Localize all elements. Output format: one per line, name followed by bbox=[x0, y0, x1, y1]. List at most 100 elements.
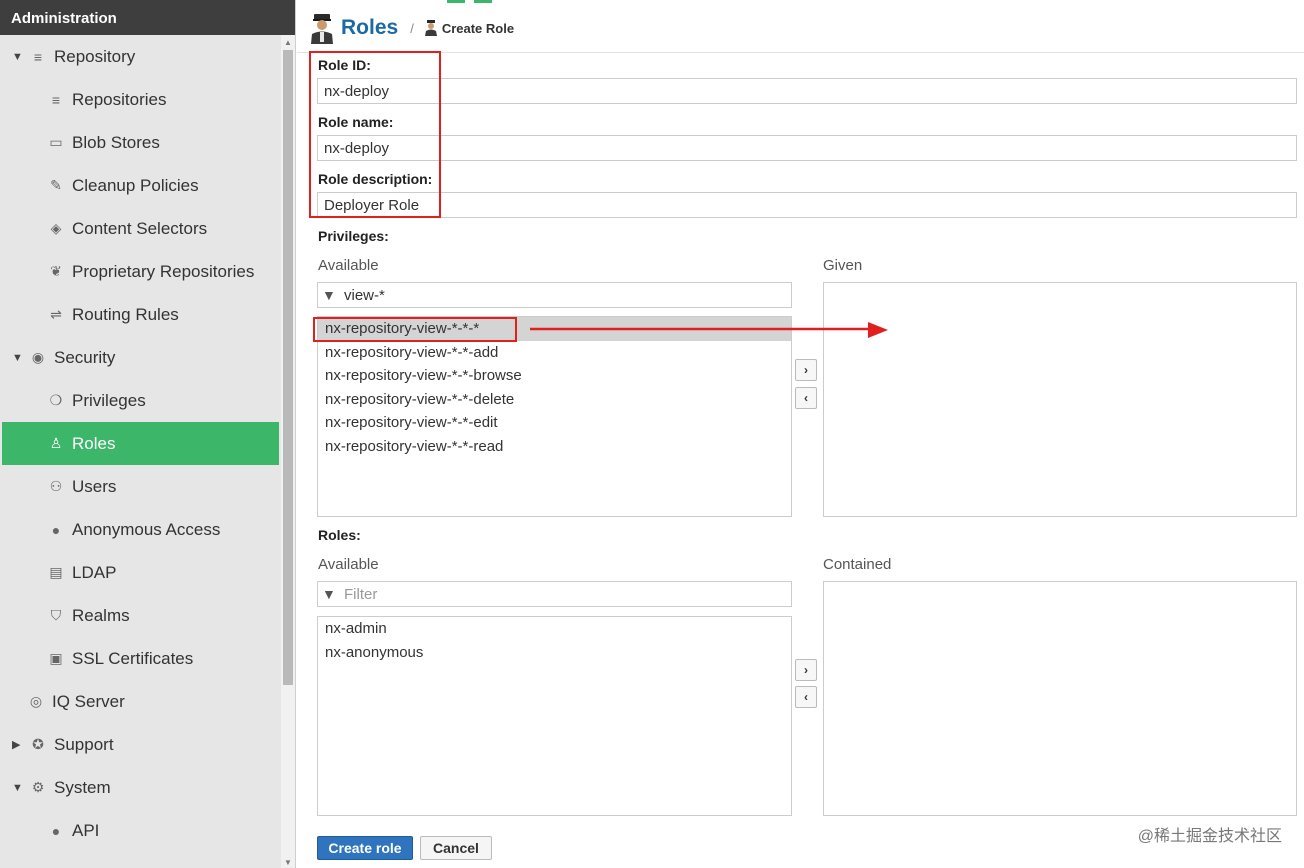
watermark: @稀土掘金技术社区 bbox=[1137, 828, 1282, 845]
cancel-button[interactable]: Cancel bbox=[420, 836, 492, 860]
sidebar-item-label: System bbox=[54, 777, 111, 797]
main-content: Roles / Create Role Role ID: Role name: … bbox=[297, 0, 1304, 868]
privilege-list-item[interactable]: nx-repository-view-*-*-read bbox=[318, 435, 791, 459]
caret-down-icon[interactable]: ▼ bbox=[12, 51, 23, 63]
remove-role-button[interactable]: ‹ bbox=[795, 686, 817, 708]
privilege-list-item[interactable]: nx-repository-view-*-*-edit bbox=[318, 411, 791, 435]
sidebar-item-label: Support bbox=[54, 734, 114, 754]
breadcrumb-separator: / bbox=[410, 20, 414, 36]
sidebar-nav: ▼ ≡ Repository ≡ Repositories ▭ Blob Stores ✎ Cl… bbox=[2, 35, 279, 852]
privilege-list-item[interactable]: nx-repository-view-*-*-delete bbox=[318, 388, 791, 412]
database-icon: ≡ bbox=[33, 48, 43, 65]
sidebar-item-label: Roles bbox=[72, 433, 116, 453]
sidebar-item-label: IQ Server bbox=[52, 691, 125, 711]
sidebar-item-repositories[interactable]: ≡ Repositories bbox=[2, 78, 279, 121]
page-title[interactable]: Roles bbox=[341, 16, 398, 40]
roles-label: Roles: bbox=[318, 527, 361, 543]
sidebar-item-label: Anonymous Access bbox=[72, 519, 221, 539]
sidebar-item-blob-stores[interactable]: ▭ Blob Stores bbox=[2, 121, 279, 164]
sidebar-scrollbar[interactable]: ▲ ▼ bbox=[281, 35, 295, 868]
roles-contained-label: Contained bbox=[823, 556, 892, 573]
sidebar-item-ldap[interactable]: ▤ LDAP bbox=[2, 551, 279, 594]
sidebar: Administration ▼ ≡ Repository ≡ Repositories… bbox=[0, 0, 296, 868]
sidebar-item-realms[interactable]: ⛉ Realms bbox=[2, 594, 279, 637]
caret-down-icon[interactable]: ▼ bbox=[12, 782, 23, 794]
annotation-arrow-icon bbox=[530, 322, 888, 338]
privilege-list-item[interactable]: nx-repository-view-*-*-browse bbox=[318, 364, 791, 388]
sidebar-item-label: Privileges bbox=[72, 390, 146, 410]
app-window: Administration ▼ ≡ Repository ≡ Repositories… bbox=[0, 0, 1304, 868]
sidebar-item-label: Users bbox=[72, 476, 117, 496]
add-privilege-button[interactable]: › bbox=[795, 359, 817, 381]
privileges-given-label: Given bbox=[823, 257, 863, 274]
sidebar-item-api[interactable]: ● API bbox=[2, 809, 279, 852]
api-icon: ● bbox=[51, 822, 61, 839]
top-indicator bbox=[474, 0, 492, 3]
privileges-available-label: Available bbox=[318, 257, 379, 274]
role-id-input[interactable] bbox=[317, 78, 1297, 104]
sidebar-item-anonymous-access[interactable]: ● Anonymous Access bbox=[2, 508, 279, 551]
privileges-filter[interactable]: ▼ view-* bbox=[317, 282, 792, 308]
scroll-up-arrow-icon[interactable]: ▲ bbox=[284, 38, 292, 47]
sidebar-item-label: Realms bbox=[72, 605, 130, 625]
roles-available-label: Available bbox=[318, 556, 379, 573]
hard-drive-icon: ▭ bbox=[49, 134, 63, 150]
sidebar-item-routing-rules[interactable]: ⇌ Routing Rules bbox=[2, 293, 279, 336]
sidebar-item-label: Repository bbox=[54, 46, 136, 66]
roles-contained-list[interactable] bbox=[823, 581, 1297, 816]
sidebar-item-label: Blob Stores bbox=[72, 132, 160, 152]
privileges-given-list[interactable] bbox=[823, 282, 1297, 517]
breadcrumb-current: Create Role bbox=[441, 20, 515, 36]
book-icon: ▤ bbox=[49, 564, 63, 580]
iq-server-icon: ◎ bbox=[29, 693, 43, 709]
sidebar-item-system[interactable]: ▼ ⚙ System bbox=[2, 766, 279, 809]
eye-icon: ◉ bbox=[31, 349, 45, 365]
sidebar-item-cleanup-policies[interactable]: ✎ Cleanup Policies bbox=[2, 164, 279, 207]
lifebuoy-icon: ✪ bbox=[32, 736, 44, 752]
filter-funnel-icon: ▼ bbox=[322, 586, 336, 602]
user-icon: ● bbox=[51, 521, 61, 538]
role-description-input[interactable] bbox=[317, 192, 1297, 218]
roles-available-list[interactable]: nx-admin nx-anonymous bbox=[317, 616, 792, 816]
role-list-item[interactable]: nx-admin bbox=[318, 617, 791, 641]
sidebar-item-label: LDAP bbox=[72, 562, 117, 582]
add-role-button[interactable]: › bbox=[795, 659, 817, 681]
sidebar-item-roles[interactable]: ♙ Roles bbox=[2, 422, 279, 465]
create-role-button[interactable]: Create role bbox=[317, 836, 413, 860]
annotation-highlight-box bbox=[309, 51, 441, 218]
scrollbar-thumb[interactable] bbox=[283, 50, 293, 685]
filter-funnel-icon: ▼ bbox=[322, 287, 336, 303]
scroll-down-arrow-icon[interactable]: ▼ bbox=[284, 858, 292, 867]
sidebar-item-iq-server[interactable]: ◎ IQ Server bbox=[2, 680, 279, 723]
privileges-filter-value[interactable]: view-* bbox=[344, 287, 385, 304]
officer-icon: ♙ bbox=[49, 435, 63, 451]
roles-filter[interactable]: ▼ Filter bbox=[317, 581, 792, 607]
sidebar-item-label: Routing Rules bbox=[72, 304, 179, 324]
sidebar-item-ssl-certificates[interactable]: ▣ SSL Certificates bbox=[2, 637, 279, 680]
sidebar-item-privileges[interactable]: ❍ Privileges bbox=[2, 379, 279, 422]
sidebar-item-users[interactable]: ⚇ Users bbox=[2, 465, 279, 508]
sidebar-item-repository[interactable]: ▼ ≡ Repository bbox=[2, 35, 279, 78]
privileges-label: Privileges: bbox=[318, 228, 389, 244]
sidebar-item-label: Security bbox=[54, 347, 116, 367]
privilege-list-item[interactable]: nx-repository-view-*-*-add bbox=[318, 341, 791, 365]
sidebar-item-label: SSL Certificates bbox=[72, 648, 194, 668]
sidebar-item-proprietary-repositories[interactable]: ❦ Proprietary Repositories bbox=[2, 250, 279, 293]
sidebar-title: Administration bbox=[0, 0, 295, 35]
sidebar-item-label: API bbox=[72, 820, 100, 840]
signpost-icon: ⇌ bbox=[50, 306, 62, 322]
annotation-highlight-box bbox=[313, 317, 517, 342]
remove-privilege-button[interactable]: ‹ bbox=[795, 387, 817, 409]
caret-right-icon[interactable]: ▶ bbox=[12, 738, 22, 751]
caret-down-icon[interactable]: ▼ bbox=[12, 352, 23, 364]
repo-feet-icon: ❦ bbox=[50, 263, 62, 279]
sidebar-item-label: Proprietary Repositories bbox=[72, 261, 255, 281]
privileges-available-list[interactable]: nx-repository-view-*-*-* nx-repository-vi… bbox=[317, 316, 792, 517]
users-icon: ⚇ bbox=[49, 478, 63, 494]
sidebar-item-support[interactable]: ▶ ✪ Support bbox=[2, 723, 279, 766]
sidebar-item-security[interactable]: ▼ ◉ Security bbox=[2, 336, 279, 379]
role-list-item[interactable]: nx-anonymous bbox=[318, 641, 791, 665]
sidebar-item-content-selectors[interactable]: ◈ Content Selectors bbox=[2, 207, 279, 250]
roles-filter-placeholder[interactable]: Filter bbox=[344, 586, 377, 603]
role-name-input[interactable] bbox=[317, 135, 1297, 161]
